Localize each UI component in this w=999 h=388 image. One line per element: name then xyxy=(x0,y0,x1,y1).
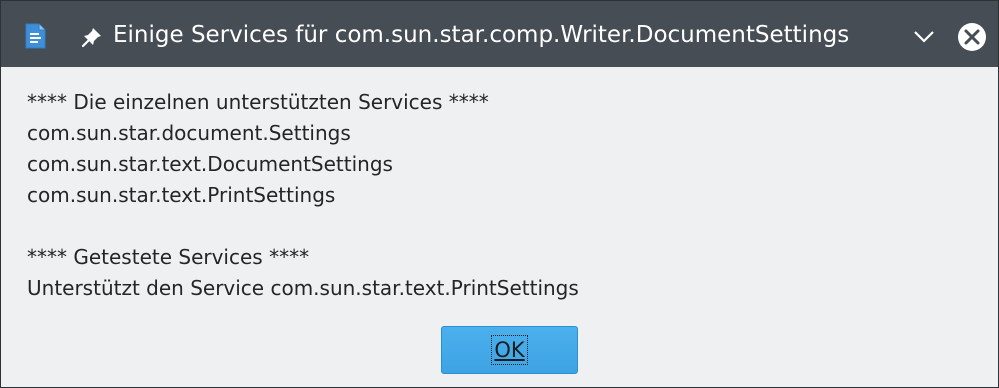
window-title: Einige Services für com.sun.star.comp.Wr… xyxy=(113,22,850,48)
pin-icon[interactable] xyxy=(81,26,103,48)
ok-button-label: OK xyxy=(491,335,528,365)
message-line-service: com.sun.star.document.Settings xyxy=(27,121,351,145)
message-line-blank xyxy=(27,211,579,242)
dialog-content: **** Die einzelnen unterstützten Service… xyxy=(1,67,998,387)
dialog-window: Einige Services für com.sun.star.comp.Wr… xyxy=(0,0,999,388)
message-line-tested-heading: **** Getestete Services **** xyxy=(27,245,310,269)
message-line-service: com.sun.star.text.PrintSettings xyxy=(27,183,336,207)
message-text: **** Die einzelnen unterstützten Service… xyxy=(27,87,579,304)
chevron-down-icon[interactable] xyxy=(913,30,935,44)
message-line-supported-heading: **** Die einzelnen unterstützten Service… xyxy=(27,90,489,114)
message-line-service: com.sun.star.text.DocumentSettings xyxy=(27,152,393,176)
title-bar[interactable]: Einige Services für com.sun.star.comp.Wr… xyxy=(1,1,998,67)
writer-document-icon xyxy=(25,23,46,49)
close-icon[interactable] xyxy=(957,22,987,52)
ok-button[interactable]: OK xyxy=(441,326,578,374)
message-line-tested-service: Unterstützt den Service com.sun.star.tex… xyxy=(27,276,579,300)
